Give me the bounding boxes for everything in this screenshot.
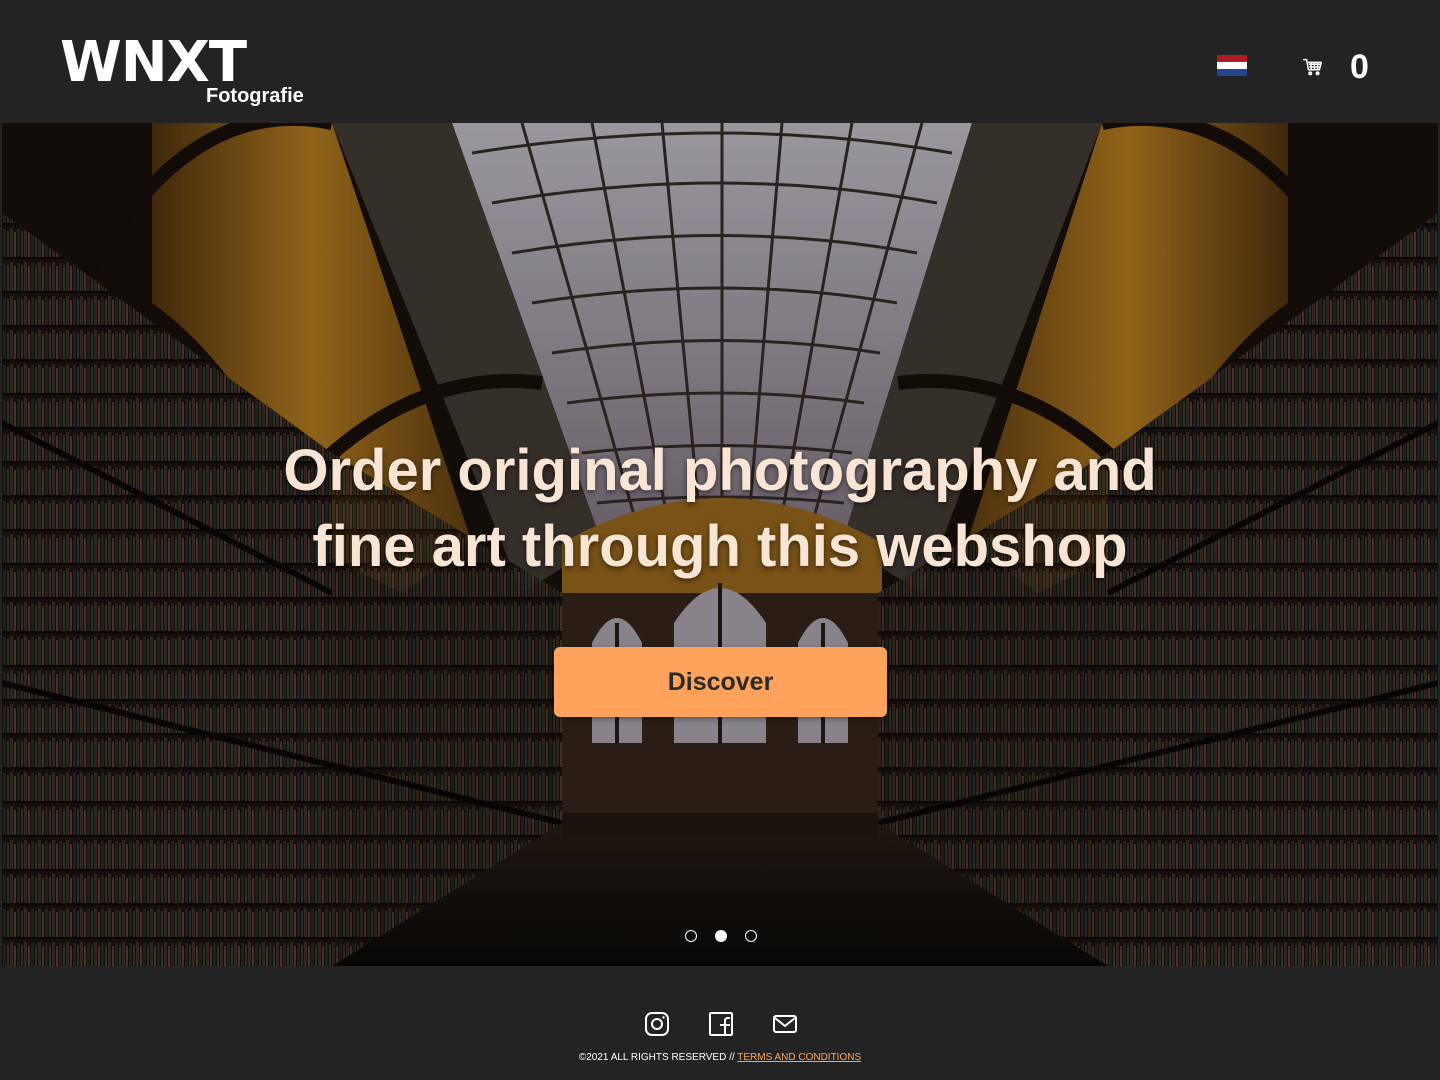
social-links (643, 1010, 799, 1038)
site-header: WNXT Fotografie 0 (0, 0, 1440, 123)
discover-button[interactable]: Discover (554, 647, 887, 717)
terms-link[interactable]: TERMS AND CONDITIONS (737, 1052, 861, 1063)
slide-dot-2[interactable] (715, 930, 727, 942)
hero-slider: Order original photography and fine art … (2, 123, 1438, 966)
facebook-icon (709, 1012, 733, 1036)
facebook-link[interactable] (707, 1010, 735, 1038)
slider-pagination (685, 930, 757, 944)
logo-subtitle: Fotografie (206, 85, 304, 107)
instagram-icon (645, 1012, 669, 1036)
email-link[interactable] (771, 1010, 799, 1038)
hero-headline: Order original photography and fine art … (220, 433, 1220, 585)
netherlands-flag-icon[interactable] (1217, 55, 1247, 76)
instagram-link[interactable] (643, 1010, 671, 1038)
copyright-notice: ©2021 ALL RIGHTS RESERVED // TERMS AND C… (0, 1052, 1440, 1064)
slide-dot-1[interactable] (685, 930, 697, 942)
shopping-cart-icon (1303, 58, 1322, 76)
slide-dot-3[interactable] (745, 930, 757, 942)
site-logo[interactable]: WNXT Fotografie (60, 32, 320, 112)
cart-count: 0 (1350, 48, 1369, 86)
hero-headline-line-1: Order original photography and (283, 438, 1157, 503)
hero-headline-line-2: fine art through this webshop (312, 514, 1128, 579)
copyright-text: ©2021 ALL RIGHTS RESERVED // (578, 1052, 738, 1063)
cart-button[interactable]: 0 (1302, 46, 1382, 88)
site-footer: ©2021 ALL RIGHTS RESERVED // TERMS AND C… (0, 966, 1440, 1080)
mail-icon (773, 1015, 797, 1033)
